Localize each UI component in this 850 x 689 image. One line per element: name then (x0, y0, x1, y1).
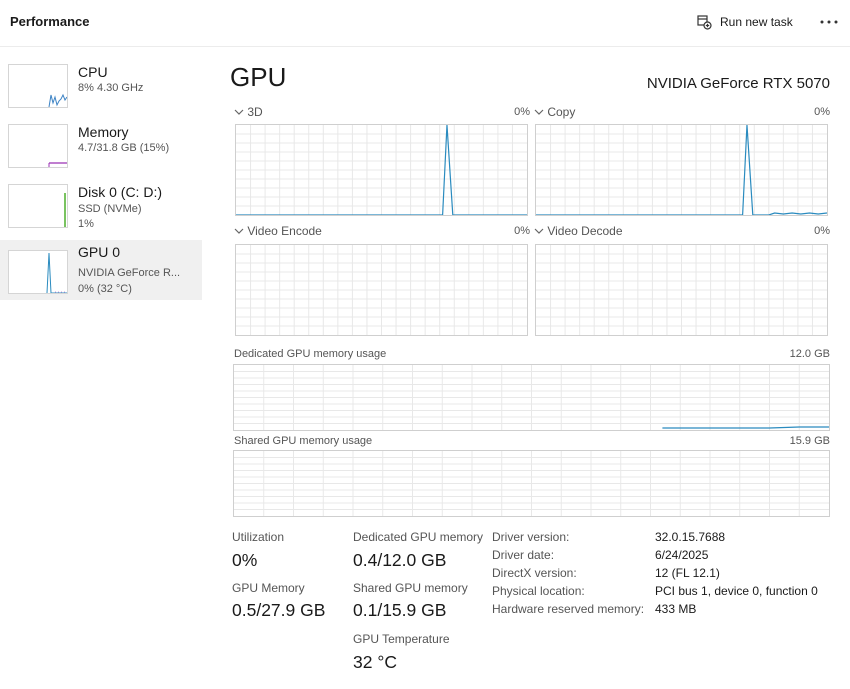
graph-video-decode (535, 244, 828, 336)
more-options-icon (820, 20, 838, 24)
sidebar-item-disk[interactable]: Disk 0 (C: D:) SSD (NVMe) 1% (0, 180, 202, 240)
sidebar-item-detail: SSD (NVMe) (78, 203, 142, 215)
graph-video-encode-selector[interactable]: Video Encode (234, 224, 322, 238)
sidebar-item-label: CPU (78, 64, 108, 80)
gpu-temperature-label: GPU Temperature (353, 632, 450, 646)
disk-thumbnail-graph (8, 184, 68, 228)
directx-version-label: DirectX version: (492, 566, 577, 580)
graph-video-decode-selector[interactable]: Video Decode (534, 224, 623, 238)
sidebar-item-cpu[interactable]: CPU 8% 4.30 GHz (0, 60, 202, 120)
gpu-memory-value: 0.5/27.9 GB (232, 600, 326, 620)
graph-percent: 0% (514, 106, 530, 118)
gpu-thumbnail-graph (8, 250, 68, 294)
sidebar-item-label: GPU 0 (78, 244, 121, 260)
shared-memory-max: 15.9 GB (789, 435, 830, 447)
gpu-model-name: NVIDIA GeForce RTX 5070 (646, 75, 830, 92)
more-options-button[interactable] (814, 8, 844, 36)
gpu-memory-label: GPU Memory (232, 581, 305, 595)
graph-percent: 0% (814, 106, 830, 118)
sidebar-item-label: Disk 0 (C: D:) (78, 184, 162, 200)
chevron-down-icon (234, 109, 244, 115)
graph-3d-selector[interactable]: 3D (234, 105, 263, 119)
physical-location-label: Physical location: (492, 584, 585, 598)
graph-label: Copy (547, 105, 576, 119)
graph-copy-selector[interactable]: Copy (534, 105, 575, 119)
sidebar-item-detail: 8% 4.30 GHz (78, 82, 144, 94)
directx-version-value: 12 (FL 12.1) (655, 566, 720, 580)
chevron-down-icon (534, 109, 544, 115)
physical-location-value: PCI bus 1, device 0, function 0 (655, 584, 818, 598)
utilization-value: 0% (232, 550, 258, 570)
dedicated-memory-label: Dedicated GPU memory (353, 530, 484, 544)
sidebar-item-label: Memory (78, 124, 129, 140)
memory-thumbnail-graph (8, 124, 68, 168)
usage-trace (662, 426, 829, 429)
shared-memory-label: Shared GPU memory (353, 581, 468, 595)
graph-copy (535, 124, 828, 216)
chevron-down-icon (234, 228, 244, 234)
dedicated-memory-max: 12.0 GB (789, 348, 830, 360)
title-bar: Performance Run new task (0, 0, 850, 47)
driver-version-label: Driver version: (492, 530, 570, 544)
sidebar-item-detail: NVIDIA GeForce R... (78, 267, 181, 279)
graph-3d (235, 124, 528, 216)
page-title: Performance (10, 14, 90, 29)
graph-shared-memory (233, 450, 830, 517)
dedicated-memory-graph-label: Dedicated GPU memory usage (234, 348, 387, 360)
shared-memory-graph-label: Shared GPU memory usage (234, 435, 373, 447)
graph-label: Video Decode (547, 224, 623, 238)
driver-date-label: Driver date: (492, 548, 555, 562)
graph-percent: 0% (814, 225, 830, 237)
sidebar-item-gpu[interactable]: GPU 0 NVIDIA GeForce R... 0% (32 °C) (0, 240, 202, 300)
hardware-reserved-memory-label: Hardware reserved memory: (492, 602, 645, 616)
sidebar-item-detail: 4.7/31.8 GB (15%) (78, 142, 170, 154)
gpu-temperature-value: 32 °C (353, 652, 397, 672)
graph-video-encode (235, 244, 528, 336)
cpu-thumbnail-graph (8, 64, 68, 108)
shared-memory-value: 0.1/15.9 GB (353, 600, 447, 620)
chevron-down-icon (534, 228, 544, 234)
sidebar-item-detail: 1% (78, 218, 94, 230)
run-task-icon (697, 15, 712, 30)
sidebar-item-memory[interactable]: Memory 4.7/31.8 GB (15%) (0, 120, 202, 180)
gpu-heading: GPU (230, 62, 287, 92)
hardware-reserved-memory-value: 433 MB (655, 602, 697, 616)
run-new-task-label: Run new task (720, 15, 793, 29)
utilization-label: Utilization (232, 530, 285, 544)
graph-dedicated-memory (233, 364, 830, 431)
graph-label: 3D (247, 105, 263, 119)
graph-label: Video Encode (247, 224, 322, 238)
dedicated-memory-value: 0.4/12.0 GB (353, 550, 447, 570)
graph-percent: 0% (514, 225, 530, 237)
driver-version-value: 32.0.15.7688 (655, 530, 726, 544)
driver-date-value: 6/24/2025 (655, 548, 709, 562)
run-new-task-button[interactable]: Run new task (690, 8, 799, 36)
sidebar-item-detail: 0% (32 °C) (78, 283, 132, 295)
